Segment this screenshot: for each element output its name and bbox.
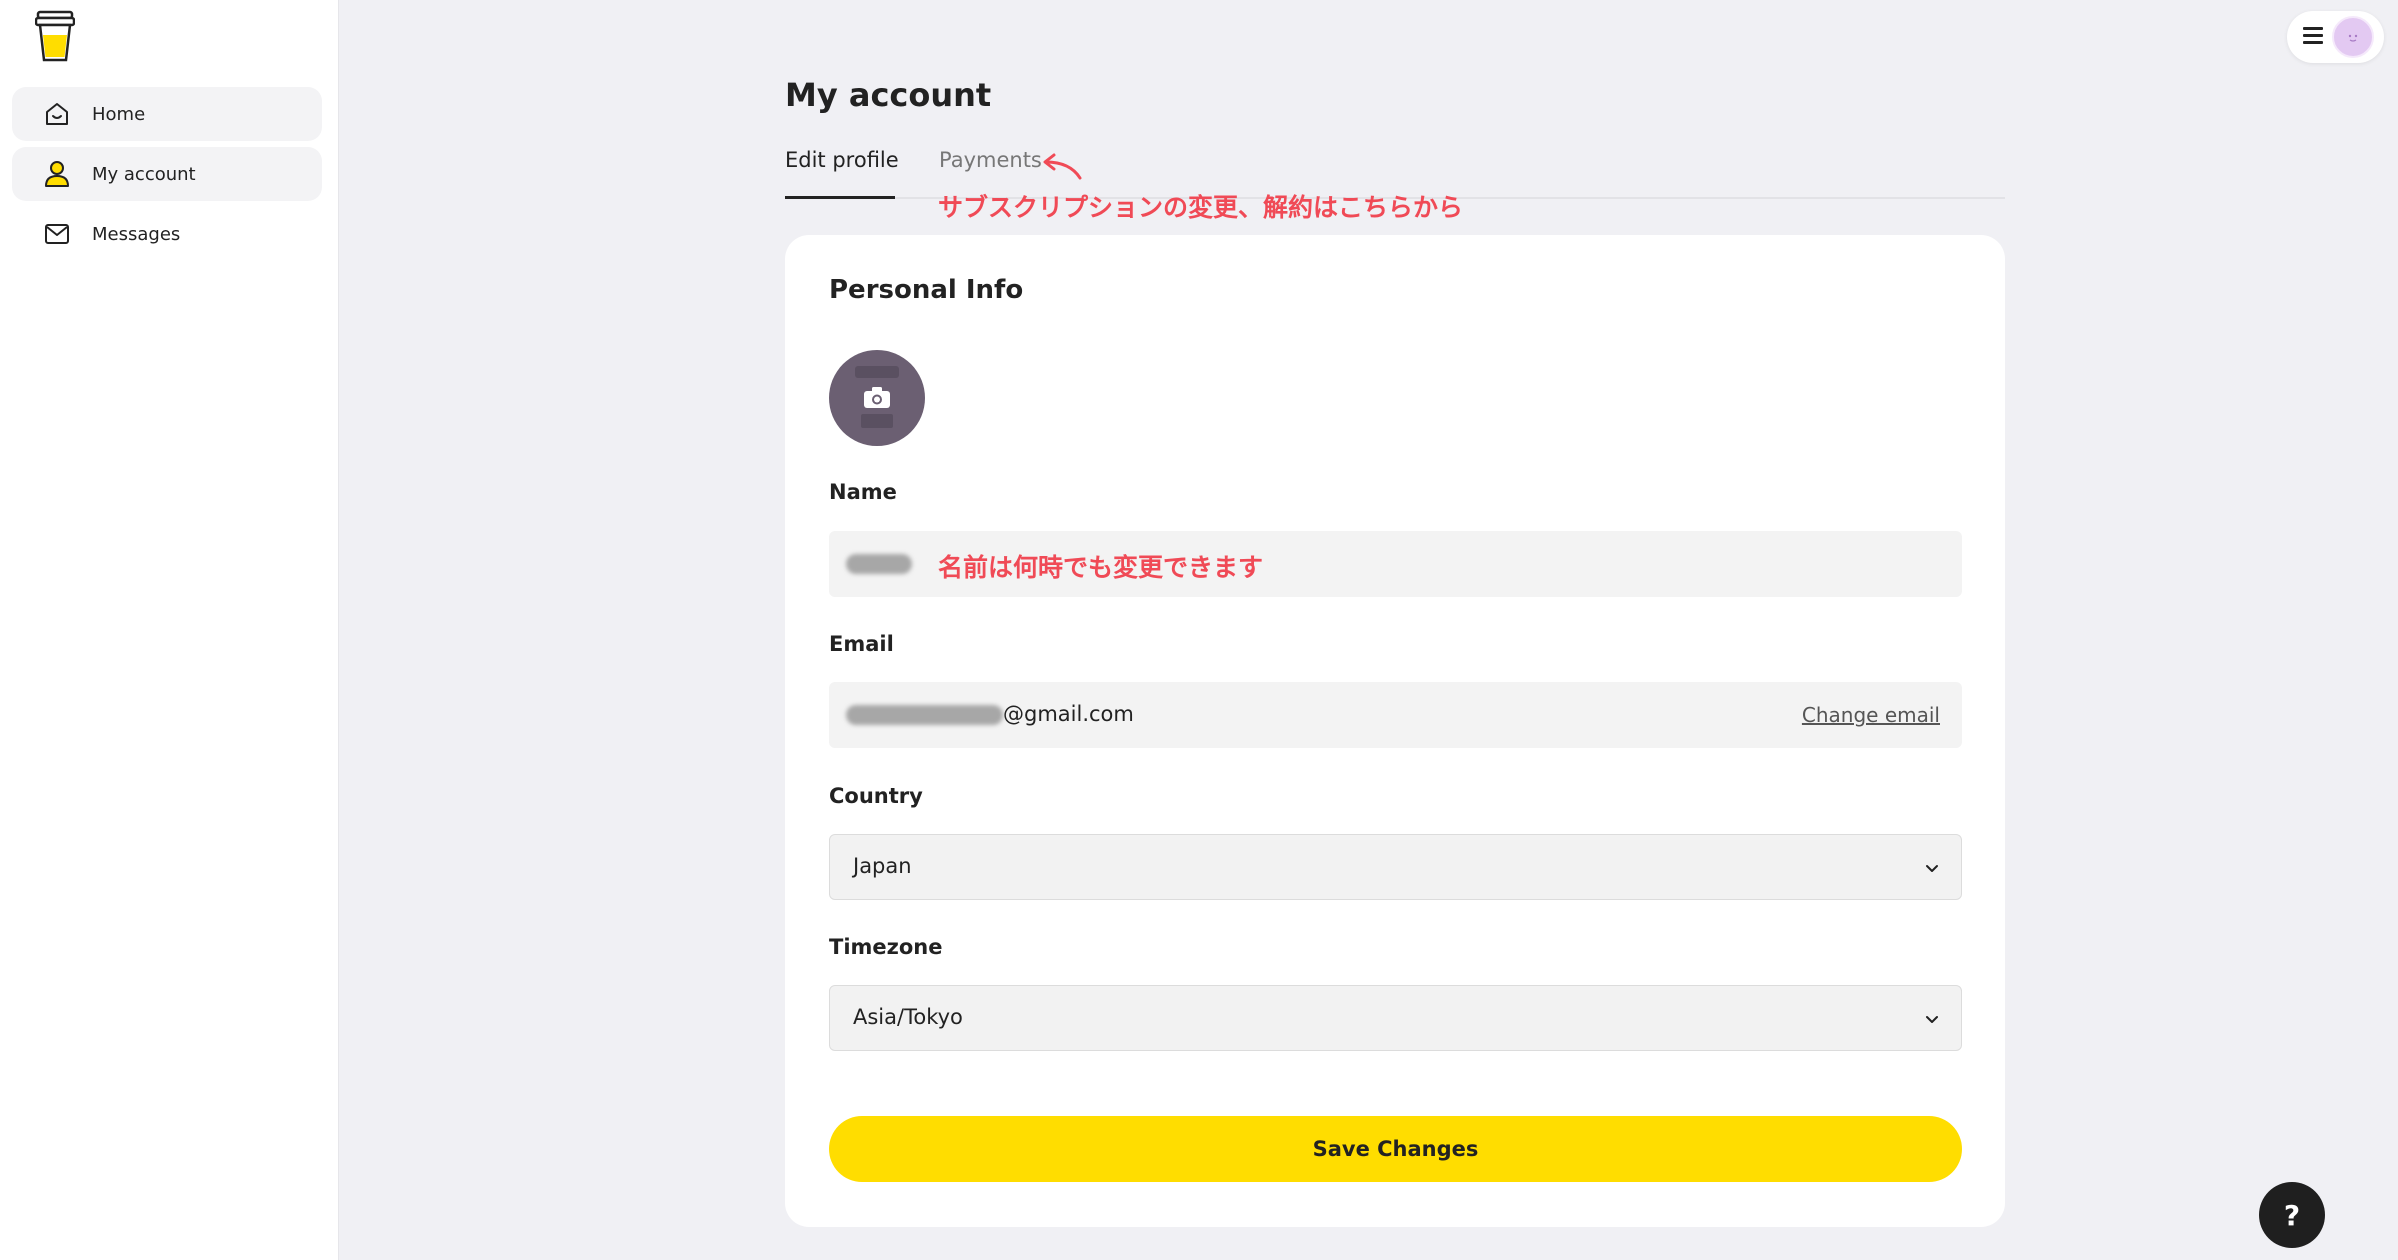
save-changes-button[interactable]: Save Changes [829, 1116, 1962, 1182]
hamburger-icon [2303, 27, 2323, 47]
tab-edit-profile[interactable]: Edit profile [785, 148, 899, 172]
name-annotation: 名前は何時でも変更できます [938, 553, 1264, 582]
name-label: Name [829, 480, 897, 504]
camera-icon [864, 387, 890, 408]
user-icon [42, 159, 72, 189]
sidebar-item-my-account[interactable]: My account [12, 147, 322, 201]
tab-payments[interactable]: Payments [939, 148, 1042, 172]
country-select[interactable]: Japan [829, 834, 1962, 900]
home-icon [42, 99, 72, 129]
payments-annotation: サブスクリプションの変更、解約はこちらから [938, 193, 1464, 222]
timezone-select[interactable]: Asia/Tokyo [829, 985, 1962, 1051]
country-label: Country [829, 784, 923, 808]
section-title: Personal Info [829, 275, 1024, 305]
redacted-email [846, 705, 1003, 725]
active-tab-indicator [785, 196, 895, 199]
sidebar-item-label: Home [92, 103, 146, 125]
redacted-name [846, 554, 912, 574]
sidebar-item-label: Messages [92, 223, 181, 245]
annotation-arrow-icon [1043, 153, 1082, 180]
chevron-down-icon [1926, 865, 1938, 872]
email-domain: @gmail.com [1003, 702, 1134, 726]
avatar [2332, 16, 2374, 58]
country-value: Japan [853, 854, 912, 878]
account-menu-button[interactable] [2287, 11, 2384, 63]
email-label: Email [829, 632, 894, 656]
chevron-down-icon [1926, 1016, 1938, 1023]
change-email-link[interactable]: Change email [1802, 703, 1940, 727]
timezone-value: Asia/Tokyo [853, 1005, 963, 1029]
sidebar-item-messages[interactable]: Messages [12, 207, 322, 261]
mail-icon [42, 219, 72, 249]
help-button[interactable]: ? [2259, 1182, 2325, 1248]
profile-photo-upload[interactable] [829, 350, 925, 446]
sidebar-item-label: My account [92, 163, 196, 185]
sidebar: Home My account Messages [0, 0, 339, 1260]
coffee-cup-logo-icon[interactable] [35, 10, 75, 64]
sidebar-item-home[interactable]: Home [12, 87, 322, 141]
page-title: My account [785, 76, 992, 114]
email-field: @gmail.com Change email [829, 682, 1962, 748]
timezone-label: Timezone [829, 935, 943, 959]
